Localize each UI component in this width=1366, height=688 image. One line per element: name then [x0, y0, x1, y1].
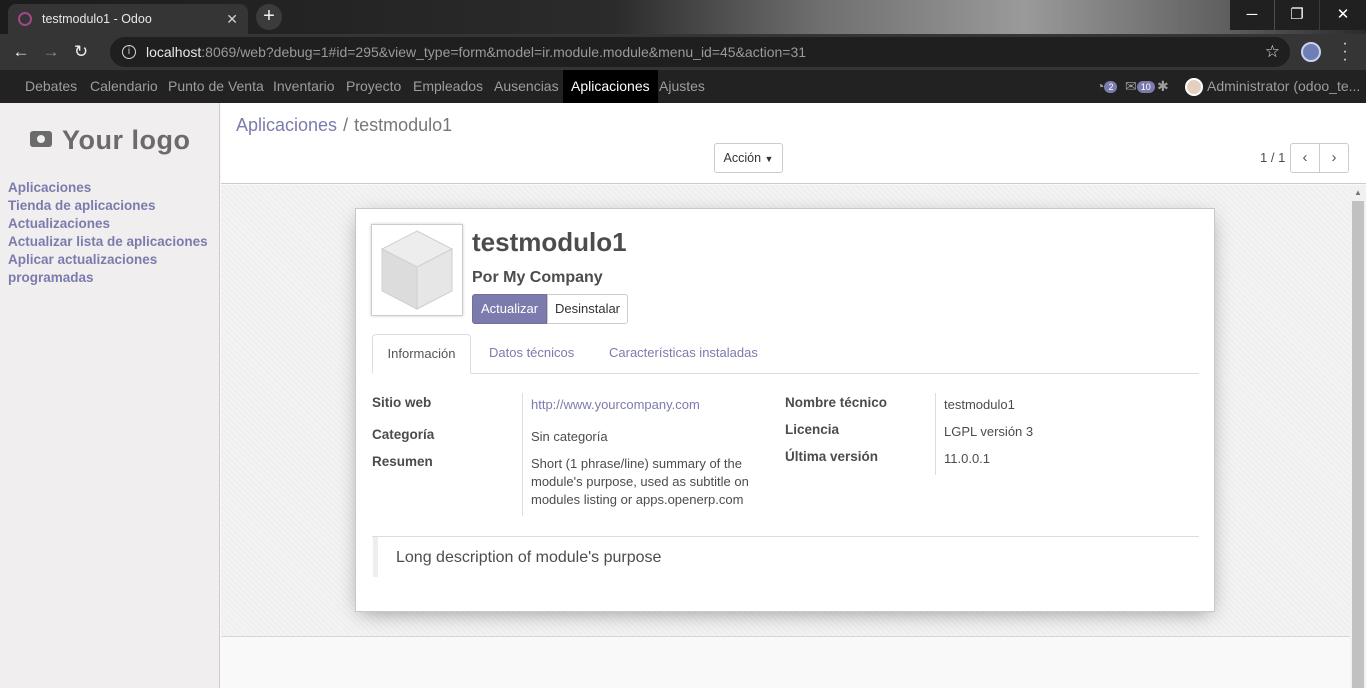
browser-menu-icon[interactable]: · · · [1338, 36, 1352, 68]
update-button[interactable]: Actualizar [472, 294, 547, 324]
field-divider-right [935, 393, 936, 475]
field-label-latest-version: Última versión [785, 449, 879, 464]
nav-empleados[interactable]: Empleados [405, 70, 491, 103]
control-panel: Aplicaciones / testmodulo1 Acción ▼ 1 / 1 … [221, 103, 1366, 184]
activity-badge: 2 [1104, 81, 1118, 94]
camera-icon [30, 130, 52, 147]
field-label-category: Categoría [372, 427, 435, 442]
field-divider-left [522, 393, 523, 516]
debug-bug-icon[interactable]: ✱ [1157, 70, 1169, 103]
breadcrumb-current: testmodulo1 [354, 115, 453, 135]
logo-text: Your logo [62, 125, 191, 155]
sidebar-item-aplicar-actualizaciones[interactable]: Aplicar actualizaciones programadas [8, 251, 213, 287]
nav-calendario[interactable]: Calendario [82, 70, 166, 103]
url-field[interactable]: i localhost:8069/web?debug=1#id=295&view… [110, 37, 1290, 67]
nav-debates[interactable]: Debates [17, 70, 85, 103]
bookmark-star-icon[interactable]: ☆ [1265, 42, 1280, 62]
module-description: Long description of module's purpose [373, 537, 1199, 577]
back-button[interactable]: ← [6, 42, 36, 62]
form-sheet: testmodulo1 Por My Company Actualizar De… [355, 208, 1215, 612]
form-footer-area [221, 638, 1350, 688]
nav-aplicaciones[interactable]: Aplicaciones [563, 70, 658, 103]
user-name: Administrator (odoo_te... [1207, 78, 1361, 94]
scrollbar-thumb[interactable] [1352, 201, 1364, 688]
main-navbar: Debates Calendario Punto de Venta Invent… [0, 70, 1366, 103]
scroll-up-arrow-icon[interactable]: ▲ [1350, 186, 1366, 200]
field-value-summary: Short (1 phrase/line) summary of the mod… [531, 456, 749, 507]
module-image [371, 224, 463, 316]
tab-title: testmodulo1 - Odoo [42, 12, 152, 26]
minimize-window-button[interactable]: ─ [1230, 0, 1274, 30]
sidebar-menu: Aplicaciones Tienda de aplicaciones Actu… [8, 179, 213, 287]
field-label-license: Licencia [785, 422, 840, 437]
odoo-favicon-icon [18, 12, 32, 26]
chat-icon: ✉ [1125, 78, 1137, 94]
messages-badge: 10 [1136, 81, 1155, 94]
nav-proyecto[interactable]: Proyecto [338, 70, 409, 103]
nav-inventario[interactable]: Inventario [265, 70, 342, 103]
tab-caracteristicas[interactable]: Características instaladas [609, 334, 758, 374]
uninstall-button[interactable]: Desinstalar [547, 294, 628, 324]
caret-down-icon: ▼ [764, 154, 774, 164]
breadcrumb: Aplicaciones / testmodulo1 [236, 115, 452, 136]
chevron-right-icon: › [1331, 149, 1337, 166]
field-value-license: LGPL versión 3 [944, 424, 1034, 439]
sidebar: Your logo Aplicaciones Tienda de aplicac… [0, 103, 220, 688]
pager-previous-button[interactable]: ‹ [1290, 143, 1320, 173]
sidebar-item-aplicaciones[interactable]: Aplicaciones [8, 179, 213, 197]
user-avatar [1185, 78, 1203, 97]
browser-tabstrip: testmodulo1 - Odoo ✕ + ─ ❐ ✕ [0, 0, 1366, 34]
notebook-tabs: Información Datos técnicos Característic… [372, 334, 1199, 374]
field-label-technical-name: Nombre técnico [785, 395, 888, 410]
nav-ausencias[interactable]: Ausencias [486, 70, 567, 103]
module-name: testmodulo1 [472, 227, 627, 257]
restore-window-button[interactable]: ❐ [1275, 0, 1319, 30]
field-value-category: Sin categoría [531, 429, 608, 444]
pager-value[interactable]: 1 / 1 [1260, 150, 1285, 165]
messages-indicator[interactable]: ✉ 10 [1125, 70, 1155, 103]
breadcrumb-aplicaciones[interactable]: Aplicaciones [236, 115, 337, 135]
activity-indicator[interactable]: ◔ 2 [1096, 70, 1118, 103]
field-value-website[interactable]: http://www.yourcompany.com [531, 396, 700, 414]
company-logo: Your logo [30, 125, 190, 156]
field-label-summary: Resumen [372, 454, 433, 469]
sidebar-item-actualizar-lista[interactable]: Actualizar lista de aplicaciones [8, 233, 213, 251]
nav-ajustes[interactable]: Ajustes [651, 70, 713, 103]
field-value-latest-version: 11.0.0.1 [944, 451, 991, 466]
forward-button[interactable]: → [36, 42, 66, 62]
module-cube-icon [380, 230, 454, 310]
tab-datos-tecnicos[interactable]: Datos técnicos [489, 334, 574, 374]
url-text: localhost:8069/web?debug=1#id=295&view_t… [146, 44, 807, 60]
browser-tab[interactable]: testmodulo1 - Odoo ✕ [8, 4, 248, 34]
pager-next-button[interactable]: › [1319, 143, 1349, 173]
sidebar-item-actualizaciones[interactable]: Actualizaciones [8, 215, 213, 233]
close-tab-icon[interactable]: ✕ [226, 11, 238, 28]
tab-informacion[interactable]: Información [372, 334, 471, 374]
clock-icon: ◔ [1096, 78, 1105, 94]
profile-avatar-icon[interactable] [1301, 42, 1321, 62]
new-tab-button[interactable]: + [256, 4, 282, 30]
sidebar-item-tienda[interactable]: Tienda de aplicaciones [8, 197, 213, 215]
field-label-website: Sitio web [372, 395, 432, 410]
user-menu[interactable]: Administrator (odoo_te... [1185, 70, 1360, 103]
reload-button[interactable]: ↻ [66, 42, 96, 62]
address-bar: ← → ↻ i localhost:8069/web?debug=1#id=29… [0, 34, 1366, 70]
close-window-button[interactable]: ✕ [1320, 0, 1366, 30]
nav-punto-de-venta[interactable]: Punto de Venta [160, 70, 272, 103]
action-dropdown-button[interactable]: Acción ▼ [714, 143, 783, 173]
field-value-technical-name: testmodulo1 [944, 397, 1015, 412]
breadcrumb-separator: / [343, 115, 349, 135]
chevron-left-icon: ‹ [1302, 149, 1308, 166]
site-info-icon[interactable]: i [122, 45, 136, 59]
action-label: Acción [723, 151, 762, 165]
module-author: Por My Company [472, 269, 603, 286]
